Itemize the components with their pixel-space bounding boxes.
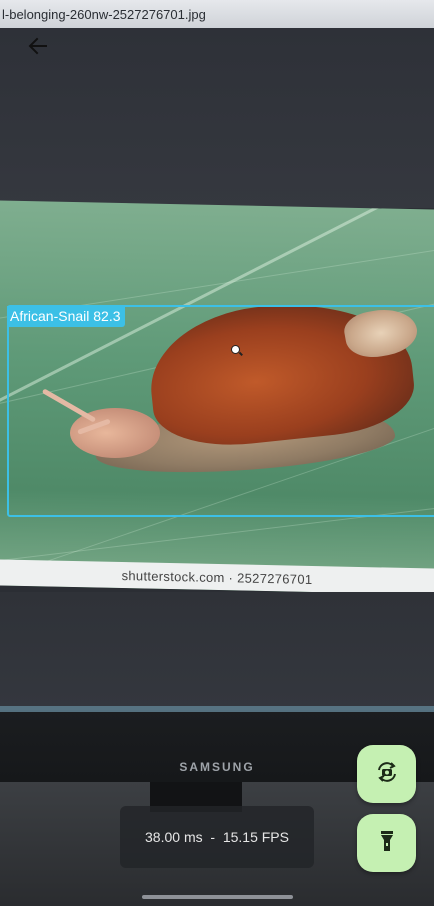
back-button[interactable]	[20, 30, 56, 66]
flashlight-icon	[376, 829, 398, 858]
camera-switch-icon	[374, 759, 400, 790]
flashlight-button[interactable]	[357, 814, 416, 872]
watermark-text: shutterstock.com · 2527276701	[121, 568, 313, 587]
arrow-left-icon	[28, 36, 48, 61]
filename-text: l-belonging-260nw-2527276701.jpg	[2, 7, 206, 22]
zoom-out-cursor-icon	[231, 345, 240, 354]
monitor-title-strip: l-belonging-260nw-2527276701.jpg	[0, 0, 434, 28]
home-indicator[interactable]	[142, 895, 293, 899]
detection-bounding-box	[7, 305, 434, 517]
switch-camera-button[interactable]	[357, 745, 416, 803]
inference-stats-panel: 38.00 ms - 15.15 FPS	[120, 806, 314, 868]
inference-stats-text: 38.00 ms - 15.15 FPS	[145, 829, 289, 845]
monitor-screen-bottom	[0, 592, 434, 710]
monitor-screen-top	[0, 28, 434, 208]
detection-label: African-Snail 82.3	[7, 306, 125, 327]
